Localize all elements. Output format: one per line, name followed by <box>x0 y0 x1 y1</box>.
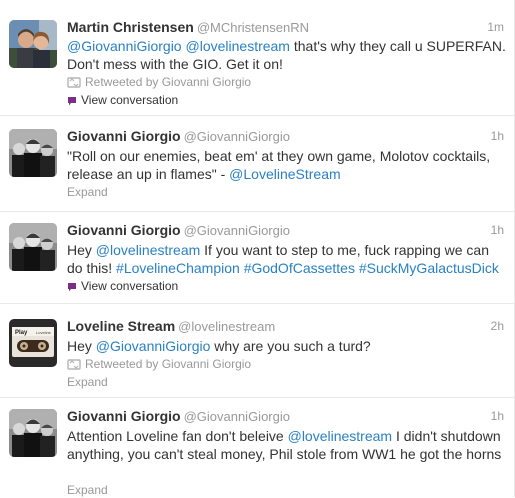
cassette-tape-avatar-icon: Play Loveline <box>9 319 57 367</box>
mention-link[interactable]: @lovelinestream <box>288 428 392 444</box>
avatar[interactable]: Play Loveline <box>9 319 57 367</box>
mention-link[interactable]: @lovelinestream <box>96 242 200 258</box>
tweet-item[interactable]: Giovanni Giorgio @GiovanniGiorgio 1h Hey … <box>0 212 514 304</box>
tweet-text-fragment: Hey <box>67 242 96 258</box>
tweet-item[interactable]: Giovanni Giorgio @GiovanniGiorgio 1h Atte… <box>0 398 514 497</box>
retweet-context: Retweeted by Giovanni Giorgio <box>67 74 251 90</box>
couple-photo-avatar-icon <box>9 20 57 68</box>
author-fullname[interactable]: Giovanni Giorgio <box>67 408 181 424</box>
tweet-timestamp[interactable]: 1h <box>491 407 504 425</box>
conversation-bubble-icon <box>68 283 76 292</box>
mention-link[interactable]: @GiovanniGiorgio <box>96 338 211 354</box>
author-username[interactable]: @GiovanniGiorgio <box>184 409 290 424</box>
tweet-text-fragment: why are you such a turd? <box>210 338 371 354</box>
cassette-brand-label: Loveline <box>36 330 52 335</box>
tweet-text: Hey @GiovanniGiorgio why are you such a … <box>67 337 506 355</box>
tweet-item[interactable]: Play Loveline Loveline Stream @lovelinest… <box>0 304 514 398</box>
tweet-item[interactable]: Giovanni Giorgio @GiovanniGiorgio 1h "Rol… <box>0 116 514 212</box>
tweet-timestamp[interactable]: 1h <box>491 127 504 145</box>
tweet-text: Attention Loveline fan don't beleive @lo… <box>67 427 506 463</box>
three-men-photo-avatar-icon <box>9 129 57 177</box>
author-fullname[interactable]: Loveline Stream <box>67 318 175 334</box>
retweet-icon <box>67 359 81 370</box>
three-men-photo-avatar-icon <box>9 409 57 457</box>
cassette-play-label: Play <box>15 330 28 336</box>
view-conversation-label: View conversation <box>81 279 179 293</box>
avatar[interactable] <box>9 223 57 271</box>
tweet-item[interactable]: Martin Christensen @MChristensenRN 1m @Gi… <box>0 0 514 116</box>
three-men-photo-avatar-icon <box>9 223 57 271</box>
author-username[interactable]: @GiovanniGiorgio <box>184 129 290 144</box>
retweet-context: Retweeted by Giovanni Giorgio <box>67 356 251 372</box>
avatar[interactable] <box>9 20 57 68</box>
expand-link[interactable]: Expand <box>67 482 108 498</box>
mention-link[interactable]: @LovelineStream <box>229 166 341 182</box>
retweet-icon <box>67 77 81 88</box>
hashtag-link[interactable]: #SuckMyGalactusDick <box>359 260 499 276</box>
avatar[interactable] <box>9 409 57 457</box>
tweet-timestamp[interactable]: 2h <box>491 317 504 335</box>
tweet-timeline: Martin Christensen @MChristensenRN 1m @Gi… <box>0 0 515 497</box>
retweeted-by-label: Retweeted by Giovanni Giorgio <box>85 357 252 371</box>
tweet-text-fragment: Attention Loveline fan don't beleive <box>67 428 288 444</box>
author-fullname[interactable]: Giovanni Giorgio <box>67 222 181 238</box>
retweeted-by-label: Retweeted by Giovanni Giorgio <box>85 75 252 89</box>
conversation-bubble-icon <box>68 97 76 106</box>
mention-link[interactable]: @GiovanniGiorgio <box>67 38 182 54</box>
author-username[interactable]: @MChristensenRN <box>197 20 309 35</box>
view-conversation-label: View conversation <box>81 93 179 107</box>
view-conversation-link[interactable]: View conversation <box>67 92 178 108</box>
author-username[interactable]: @lovelinestream <box>178 319 275 334</box>
tweet-text: @GiovanniGiorgio @lovelinestream that's … <box>67 37 506 73</box>
mention-link[interactable]: @lovelinestream <box>186 38 290 54</box>
author-fullname[interactable]: Martin Christensen <box>67 19 194 35</box>
author-username[interactable]: @GiovanniGiorgio <box>184 223 290 238</box>
avatar[interactable] <box>9 129 57 177</box>
tweet-timestamp[interactable]: 1h <box>491 221 504 239</box>
tweet-timestamp[interactable]: 1m <box>487 18 504 36</box>
expand-link[interactable]: Expand <box>67 374 108 390</box>
author-fullname[interactable]: Giovanni Giorgio <box>67 128 181 144</box>
view-conversation-link[interactable]: View conversation <box>67 278 178 294</box>
hashtag-link[interactable]: #LovelineChampion <box>116 260 240 276</box>
tweet-text: "Roll on our enemies, beat em' at they o… <box>67 147 506 183</box>
expand-link[interactable]: Expand <box>67 184 108 200</box>
hashtag-link[interactable]: #GodOfCassettes <box>244 260 355 276</box>
tweet-text-fragment: Hey <box>67 338 96 354</box>
tweet-text: Hey @lovelinestream If you want to step … <box>67 241 506 277</box>
